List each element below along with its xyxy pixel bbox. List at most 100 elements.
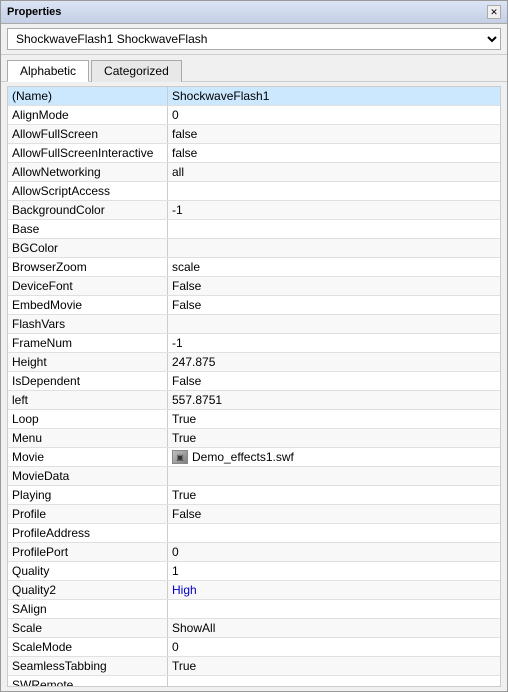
tab-alphabetic[interactable]: Alphabetic [7, 60, 89, 82]
table-row: left557.8751 [8, 391, 500, 410]
property-name: Quality [8, 562, 168, 580]
table-row: EmbedMovieFalse [8, 296, 500, 315]
property-name: Loop [8, 410, 168, 428]
property-value[interactable]: ShowAll [168, 619, 500, 637]
table-row: FlashVars [8, 315, 500, 334]
property-value[interactable]: True [168, 486, 500, 504]
property-name: AllowNetworking [8, 163, 168, 181]
property-name: ScaleMode [8, 638, 168, 656]
property-name: left [8, 391, 168, 409]
property-value[interactable]: -1 [168, 334, 500, 352]
property-value[interactable]: 1 [168, 562, 500, 580]
property-value[interactable]: True [168, 429, 500, 447]
table-row: BrowserZoomscale [8, 258, 500, 277]
property-name: FrameNum [8, 334, 168, 352]
table-row: AllowFullScreenInteractivefalse [8, 144, 500, 163]
property-name: BackgroundColor [8, 201, 168, 219]
property-value[interactable]: 557.8751 [168, 391, 500, 409]
table-row: PlayingTrue [8, 486, 500, 505]
table-row: MovieData [8, 467, 500, 486]
property-name: AllowFullScreen [8, 125, 168, 143]
property-value[interactable]: -1 [168, 201, 500, 219]
properties-table: (Name)ShockwaveFlash1AlignMode0AllowFull… [7, 86, 501, 687]
table-row: AlignMode0 [8, 106, 500, 125]
property-value[interactable]: High [168, 581, 500, 599]
table-row: AllowScriptAccess [8, 182, 500, 201]
property-name: AlignMode [8, 106, 168, 124]
table-row: ProfileAddress [8, 524, 500, 543]
property-value[interactable] [168, 467, 500, 485]
window-title: Properties [7, 6, 61, 18]
property-value[interactable]: scale [168, 258, 500, 276]
property-name: Height [8, 353, 168, 371]
property-name: EmbedMovie [8, 296, 168, 314]
property-value[interactable]: 0 [168, 106, 500, 124]
property-name: SAlign [8, 600, 168, 618]
property-value[interactable]: false [168, 144, 500, 162]
table-row: BackgroundColor-1 [8, 201, 500, 220]
property-name: BrowserZoom [8, 258, 168, 276]
property-value[interactable] [168, 315, 500, 333]
property-value[interactable]: False [168, 372, 500, 390]
table-row: SAlign [8, 600, 500, 619]
property-value[interactable]: True [168, 657, 500, 675]
property-value[interactable]: 0 [168, 543, 500, 561]
property-name: Menu [8, 429, 168, 447]
movie-filename: Demo_effects1.swf [192, 450, 294, 464]
movie-icon: ▣ [172, 450, 188, 464]
property-value[interactable]: 247.875 [168, 353, 500, 371]
property-value[interactable] [168, 676, 500, 687]
table-row: AllowFullScreenfalse [8, 125, 500, 144]
property-name: Base [8, 220, 168, 238]
table-row: Quality2High [8, 581, 500, 600]
table-row: MenuTrue [8, 429, 500, 448]
property-name: ProfileAddress [8, 524, 168, 542]
property-value[interactable] [168, 182, 500, 200]
component-select[interactable]: ShockwaveFlash1 ShockwaveFlash [7, 28, 501, 50]
table-row: ScaleShowAll [8, 619, 500, 638]
property-name: Movie [8, 448, 168, 466]
property-name: DeviceFont [8, 277, 168, 295]
property-name: AllowFullScreenInteractive [8, 144, 168, 162]
property-name: Profile [8, 505, 168, 523]
property-name: FlashVars [8, 315, 168, 333]
property-value[interactable] [168, 524, 500, 542]
property-value[interactable] [168, 600, 500, 618]
movie-value-wrapper: ▣ Demo_effects1.swf [172, 450, 496, 464]
property-name: Playing [8, 486, 168, 504]
component-selector-row: ShockwaveFlash1 ShockwaveFlash [1, 24, 507, 55]
table-row: Movie ▣ Demo_effects1.swf [8, 448, 500, 467]
table-row: SWRemote [8, 676, 500, 687]
title-bar: Properties ✕ [1, 1, 507, 24]
property-value[interactable]: False [168, 296, 500, 314]
table-row: LoopTrue [8, 410, 500, 429]
property-name: (Name) [8, 87, 168, 105]
property-name: SeamlessTabbing [8, 657, 168, 675]
property-value[interactable]: 0 [168, 638, 500, 656]
table-row: IsDependentFalse [8, 372, 500, 391]
table-row: Base [8, 220, 500, 239]
property-value[interactable]: false [168, 125, 500, 143]
table-row: ProfileFalse [8, 505, 500, 524]
tabs-bar: AlphabeticCategorized [1, 55, 507, 82]
table-row: Height247.875 [8, 353, 500, 372]
table-row: ProfilePort0 [8, 543, 500, 562]
property-name: Scale [8, 619, 168, 637]
table-row: SeamlessTabbingTrue [8, 657, 500, 676]
property-value[interactable] [168, 220, 500, 238]
property-value[interactable]: True [168, 410, 500, 428]
property-value[interactable]: ShockwaveFlash1 [168, 87, 500, 105]
property-value[interactable]: False [168, 505, 500, 523]
property-value[interactable]: ▣ Demo_effects1.swf [168, 448, 500, 466]
property-name: BGColor [8, 239, 168, 257]
table-row: ScaleMode0 [8, 638, 500, 657]
property-name: AllowScriptAccess [8, 182, 168, 200]
property-value[interactable]: False [168, 277, 500, 295]
property-name: MovieData [8, 467, 168, 485]
property-name: SWRemote [8, 676, 168, 687]
table-row: (Name)ShockwaveFlash1 [8, 87, 500, 106]
close-button[interactable]: ✕ [487, 5, 501, 19]
tab-categorized[interactable]: Categorized [91, 60, 182, 82]
property-value[interactable]: all [168, 163, 500, 181]
property-value[interactable] [168, 239, 500, 257]
